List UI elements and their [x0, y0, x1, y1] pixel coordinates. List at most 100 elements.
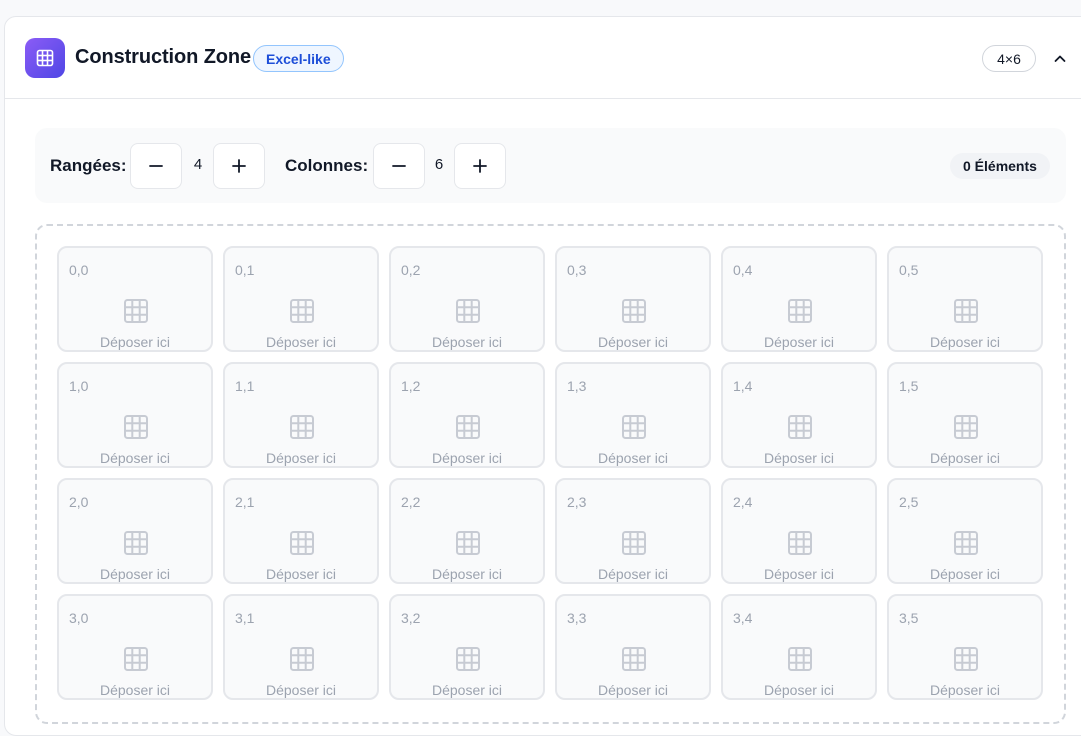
grid-cell[interactable]: 0,0 Déposer ici: [57, 246, 213, 352]
grid-cell[interactable]: 2,1 Déposer ici: [223, 478, 379, 584]
cell-coordinate: 0,3: [567, 262, 587, 278]
grid-icon: [788, 531, 812, 555]
grid-icon: [788, 299, 812, 323]
cell-coordinate: 3,4: [733, 610, 753, 626]
drop-here-label: Déposer ici: [265, 334, 337, 350]
grid-cell[interactable]: 1,1 Déposer ici: [223, 362, 379, 468]
grid-cell[interactable]: 3,1 Déposer ici: [223, 594, 379, 700]
rows-increment-button[interactable]: [213, 143, 265, 189]
cell-coordinate: 2,1: [235, 494, 255, 510]
grid-icon: [290, 647, 314, 671]
cell-grid: 0,0 Déposer ici 0,1 Déposer ici 0,2 Déposer i…: [57, 246, 1043, 700]
drop-here-label: Déposer ici: [929, 682, 1001, 698]
grid-cell[interactable]: 2,2 Déposer ici: [389, 478, 545, 584]
columns-decrement-button[interactable]: [373, 143, 425, 189]
grid-icon: [954, 299, 978, 323]
cell-coordinate: 1,5: [899, 378, 919, 394]
grid-icon: [622, 647, 646, 671]
drop-here-label: Déposer ici: [597, 682, 669, 698]
minus-icon: [149, 165, 163, 167]
drop-zone: 0,0 Déposer ici 0,1 Déposer ici 0,2 Déposer i…: [35, 224, 1066, 724]
drop-here-label: Déposer ici: [265, 450, 337, 466]
cell-coordinate: 1,1: [235, 378, 255, 394]
grid-cell[interactable]: 3,5 Déposer ici: [887, 594, 1043, 700]
grid-size-badge: 4×6: [982, 45, 1036, 72]
mode-badge: Excel-like: [253, 45, 344, 72]
drop-here-label: Déposer ici: [431, 450, 503, 466]
chevron-up-icon: [1054, 55, 1066, 62]
cell-coordinate: 2,5: [899, 494, 919, 510]
grid-cell[interactable]: 2,4 Déposer ici: [721, 478, 877, 584]
grid-cell[interactable]: 3,2 Déposer ici: [389, 594, 545, 700]
drop-here-label: Déposer ici: [763, 450, 835, 466]
grid-cell[interactable]: 3,0 Déposer ici: [57, 594, 213, 700]
grid-icon: [622, 415, 646, 439]
drop-here-label: Déposer ici: [99, 566, 171, 582]
grid-icon: [788, 415, 812, 439]
grid-icon: [290, 531, 314, 555]
cell-coordinate: 2,2: [401, 494, 421, 510]
drop-here-label: Déposer ici: [763, 682, 835, 698]
construction-zone-panel: Construction Zone Excel-like 4×6 Rangées…: [4, 16, 1081, 736]
grid-icon: [124, 531, 148, 555]
grid-cell[interactable]: 1,4 Déposer ici: [721, 362, 877, 468]
collapse-button[interactable]: [1049, 48, 1071, 70]
cell-coordinate: 0,2: [401, 262, 421, 278]
panel-header: Construction Zone Excel-like 4×6: [5, 17, 1081, 99]
drop-here-label: Déposer ici: [431, 682, 503, 698]
drop-here-label: Déposer ici: [763, 566, 835, 582]
cell-coordinate: 1,3: [567, 378, 587, 394]
cell-coordinate: 2,4: [733, 494, 753, 510]
grid-cell[interactable]: 0,1 Déposer ici: [223, 246, 379, 352]
drop-here-label: Déposer ici: [99, 450, 171, 466]
drop-here-label: Déposer ici: [929, 334, 1001, 350]
grid-icon: [954, 647, 978, 671]
drop-here-label: Déposer ici: [99, 334, 171, 350]
grid-cell[interactable]: 2,0 Déposer ici: [57, 478, 213, 584]
panel-title: Construction Zone: [75, 46, 252, 68]
grid-cell[interactable]: 1,3 Déposer ici: [555, 362, 711, 468]
grid-cell[interactable]: 2,3 Déposer ici: [555, 478, 711, 584]
grid-cell[interactable]: 1,5 Déposer ici: [887, 362, 1043, 468]
drop-here-label: Déposer ici: [929, 450, 1001, 466]
cell-coordinate: 3,3: [567, 610, 587, 626]
drop-here-label: Déposer ici: [597, 566, 669, 582]
grid-icon: [124, 647, 148, 671]
elements-count-badge: 0 Éléments: [950, 153, 1050, 179]
grid-icon: [290, 415, 314, 439]
grid-icon: [788, 647, 812, 671]
rows-decrement-button[interactable]: [130, 143, 182, 189]
grid-size-toolbar: Rangées: 4 Colonnes: 6 0 Éléments: [35, 128, 1066, 203]
drop-here-label: Déposer ici: [431, 566, 503, 582]
grid-cell[interactable]: 3,3 Déposer ici: [555, 594, 711, 700]
grid-cell[interactable]: 0,2 Déposer ici: [389, 246, 545, 352]
drop-here-label: Déposer ici: [597, 450, 669, 466]
grid-cell[interactable]: 1,2 Déposer ici: [389, 362, 545, 468]
grid-cell[interactable]: 0,3 Déposer ici: [555, 246, 711, 352]
plus-icon: [473, 159, 487, 173]
cell-coordinate: 3,1: [235, 610, 255, 626]
grid-icon: [954, 531, 978, 555]
grid-cell[interactable]: 1,0 Déposer ici: [57, 362, 213, 468]
cell-coordinate: 3,0: [69, 610, 89, 626]
cell-coordinate: 2,3: [567, 494, 587, 510]
drop-here-label: Déposer ici: [99, 682, 171, 698]
drop-here-label: Déposer ici: [597, 334, 669, 350]
grid-icon: [954, 415, 978, 439]
cell-coordinate: 1,0: [69, 378, 89, 394]
cell-coordinate: 2,0: [69, 494, 89, 510]
plus-icon: [232, 159, 246, 173]
grid-cell[interactable]: 0,5 Déposer ici: [887, 246, 1043, 352]
columns-value: 6: [434, 156, 444, 173]
cell-coordinate: 0,5: [899, 262, 919, 278]
columns-increment-button[interactable]: [454, 143, 506, 189]
grid-icon: [622, 531, 646, 555]
grid-cell[interactable]: 2,5 Déposer ici: [887, 478, 1043, 584]
grid-icon: [456, 415, 480, 439]
columns-label: Colonnes:: [285, 156, 369, 175]
grid-icon: [124, 299, 148, 323]
grid-cell[interactable]: 3,4 Déposer ici: [721, 594, 877, 700]
grid-icon: [622, 299, 646, 323]
grid-cell[interactable]: 0,4 Déposer ici: [721, 246, 877, 352]
rows-label: Rangées:: [50, 156, 127, 175]
